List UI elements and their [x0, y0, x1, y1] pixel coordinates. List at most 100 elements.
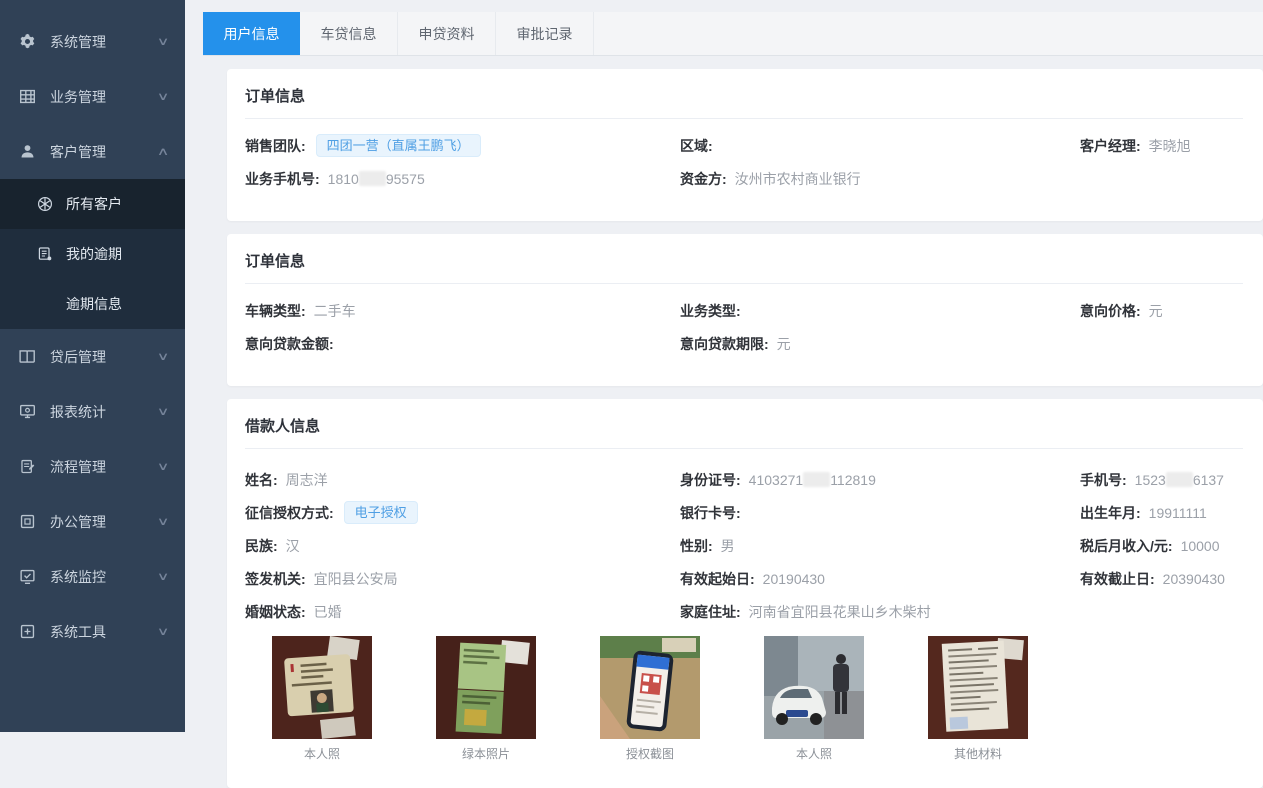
field-intent-loan-amount: 意向贷款金额:: [245, 327, 680, 360]
sidebar-item-label: 所有客户: [66, 194, 122, 214]
field-value: 181095575: [328, 171, 425, 187]
redacted-digits: [359, 171, 386, 186]
divider: [245, 448, 1243, 449]
box-plus-icon: [19, 623, 36, 640]
square-icon: [19, 513, 36, 530]
gear-icon: [19, 33, 36, 50]
field-name: 姓名: 周志洋: [245, 463, 680, 496]
field-label: 有效截止日:: [1080, 569, 1155, 589]
field-value: 汉: [286, 536, 300, 556]
field-funder: 资金方: 汝州市农村商业银行: [680, 162, 1080, 195]
divider: [245, 283, 1243, 284]
sidebar-item-system-tools[interactable]: 系统工具 ∨: [0, 604, 185, 659]
car-person-photo[interactable]: [764, 636, 864, 739]
field-value: 汝州市农村商业银行: [735, 169, 861, 189]
field-label: 家庭住址:: [680, 602, 741, 622]
detail-tabbar: 用户信息 车贷信息 申贷资料 审批记录: [203, 12, 1263, 56]
sidebar-item-all-customers[interactable]: 所有客户: [0, 179, 185, 229]
field-value: 宜阳县公安局: [314, 569, 398, 589]
field-label: 签发机关:: [245, 569, 306, 589]
field-label: 姓名:: [245, 470, 278, 490]
field-birth-date: 出生年月: 19911111: [1080, 496, 1243, 529]
chevron-down-icon: ∨: [157, 570, 170, 583]
field-value: 元: [777, 334, 791, 354]
clipboard-icon: [19, 458, 36, 475]
tab-user-info[interactable]: 用户信息: [203, 12, 300, 55]
photo-gallery: 本人照: [272, 636, 1243, 762]
field-label: 车辆类型:: [245, 301, 306, 321]
sidebar: 系统管理 ∨ 业务管理 ∨ 客户管理 ∧ 所有客户: [0, 0, 185, 732]
field-label: 银行卡号:: [680, 503, 741, 523]
chevron-down-icon: ∨: [157, 460, 170, 473]
photo-item: 本人照: [764, 636, 864, 762]
sidebar-item-process-mgmt[interactable]: 流程管理 ∨: [0, 439, 185, 494]
photo-caption: 本人照: [272, 745, 372, 762]
field-label: 有效起始日:: [680, 569, 755, 589]
main-content: 用户信息 车贷信息 申贷资料 审批记录 订单信息 销售团队: 四团一营（直属王鹏…: [185, 0, 1263, 732]
sidebar-item-label: 客户管理: [50, 142, 106, 162]
document-photo[interactable]: [928, 636, 1028, 739]
id-card-photo[interactable]: [272, 636, 372, 739]
sidebar-item-report-stats[interactable]: 报表统计 ∨: [0, 384, 185, 439]
field-value: 河南省宜阳县花果山乡木柴村: [749, 602, 931, 622]
field-customer-manager: 客户经理: 李晓旭: [1080, 129, 1243, 162]
sidebar-item-customer-mgmt[interactable]: 客户管理 ∧: [0, 124, 185, 179]
photo-caption: 本人照: [764, 745, 864, 762]
sidebar-item-label: 系统工具: [50, 622, 106, 642]
chevron-down-icon: ∨: [157, 350, 170, 363]
ledger-icon: [37, 246, 53, 262]
sidebar-item-system-mgmt[interactable]: 系统管理 ∨: [0, 14, 185, 69]
field-label: 手机号:: [1080, 470, 1127, 490]
monitor-icon: [19, 403, 36, 420]
field-empty: [1080, 595, 1243, 628]
field-label: 婚姻状态:: [245, 602, 306, 622]
photo-item: 授权截图: [600, 636, 700, 762]
sidebar-item-label: 我的逾期: [66, 244, 122, 264]
sidebar-item-my-overdue[interactable]: 我的逾期: [0, 229, 185, 279]
redacted-digits: [803, 472, 830, 487]
field-bank-card: 银行卡号:: [680, 496, 1080, 529]
green-book-photo[interactable]: [436, 636, 536, 739]
photo-caption: 其他材料: [928, 745, 1028, 762]
user-icon: [19, 143, 36, 160]
field-gender: 性别: 男: [680, 529, 1080, 562]
borrower-info-card: 借款人信息 姓名: 周志洋 身份证号: 4103271112819 手机号:: [227, 399, 1263, 788]
sidebar-item-business-mgmt[interactable]: 业务管理 ∨: [0, 69, 185, 124]
monitor-check-icon: [19, 568, 36, 585]
field-business-phone: 业务手机号: 181095575: [245, 162, 680, 195]
field-value: 15236137: [1135, 472, 1224, 488]
phone-auth-photo[interactable]: [600, 636, 700, 739]
app-window: 系统管理 ∨ 业务管理 ∨ 客户管理 ∧ 所有客户: [0, 0, 1263, 732]
sidebar-item-postloan-mgmt[interactable]: 贷后管理 ∨: [0, 329, 185, 384]
chevron-down-icon: ∨: [157, 515, 170, 528]
field-value: 20390430: [1163, 571, 1225, 587]
field-intent-loan-term: 意向贷款期限: 元: [680, 327, 1080, 360]
field-label: 意向贷款期限:: [680, 334, 769, 354]
tab-approval-records[interactable]: 审批记录: [496, 12, 594, 55]
field-label: 区域:: [680, 136, 713, 156]
field-value: 10000: [1181, 538, 1220, 554]
tab-car-loan-info[interactable]: 车贷信息: [300, 12, 398, 55]
field-value: 男: [721, 536, 735, 556]
field-value: 元: [1149, 301, 1163, 321]
card-title: 订单信息: [245, 85, 1243, 106]
field-issuing-authority: 签发机关: 宜阳县公安局: [245, 562, 680, 595]
customers-icon: [37, 196, 53, 212]
sidebar-item-office-mgmt[interactable]: 办公管理 ∨: [0, 494, 185, 549]
sales-team-tag: 四团一营（直属王鹏飞）: [316, 134, 481, 158]
sidebar-item-system-monitor[interactable]: 系统监控 ∨: [0, 549, 185, 604]
photo-caption: 绿本照片: [436, 745, 536, 762]
photo-caption: 授权截图: [600, 745, 700, 762]
field-value: 20190430: [763, 571, 825, 587]
field-label: 意向价格:: [1080, 301, 1141, 321]
field-home-address: 家庭住址: 河南省宜阳县花果山乡木柴村: [680, 595, 1080, 628]
field-label: 税后月收入/元:: [1080, 536, 1173, 556]
field-label: 销售团队:: [245, 136, 306, 156]
tab-loan-application-docs[interactable]: 申贷资料: [398, 12, 496, 55]
chevron-down-icon: ∨: [157, 90, 170, 103]
book-icon: [19, 348, 36, 365]
sidebar-item-label: 流程管理: [50, 457, 106, 477]
field-empty: [1080, 327, 1243, 360]
sidebar-item-overdue-info[interactable]: 逾期信息: [0, 279, 185, 329]
credit-auth-tag: 电子授权: [344, 501, 418, 525]
